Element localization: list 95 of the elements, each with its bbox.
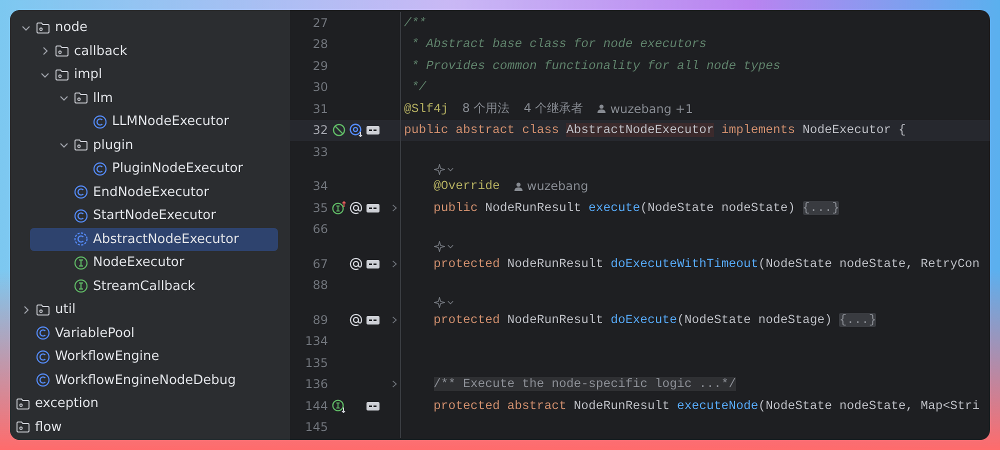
tree-item[interactable]: WorkflowEngine	[10, 345, 278, 368]
code-text: @Override	[434, 179, 500, 194]
tree-item[interactable]: llm	[10, 86, 278, 110]
author-hint[interactable]: wuzebang +1	[610, 102, 693, 116]
tree-item[interactable]: flow	[10, 416, 278, 439]
caret-icon[interactable]	[446, 166, 454, 172]
code-text: /**	[404, 16, 426, 30]
class-icon	[36, 350, 50, 364]
author-hint[interactable]: wuzebang	[526, 179, 588, 194]
tree-item[interactable]: VariablePool	[10, 322, 278, 345]
chevron-right-icon[interactable]	[390, 314, 398, 325]
line-number: 136	[304, 377, 328, 392]
tree-item[interactable]: WorkflowEngineNodeDebug	[10, 368, 278, 392]
tree-item[interactable]: LLMNodeExecutor	[10, 110, 278, 134]
sparkle-icon[interactable]	[434, 241, 444, 252]
folded-comment[interactable]: /** Execute the node-specific logic ...*/	[434, 377, 736, 392]
tree-item[interactable]: EndNodeExecutor	[10, 180, 278, 204]
interface-icon	[74, 279, 88, 294]
line-number: 35	[312, 200, 328, 215]
tree-item[interactable]: NodeExecutor	[10, 251, 278, 274]
line-number: 31	[312, 102, 328, 116]
at-sign-icon[interactable]	[350, 202, 362, 214]
class-icon	[93, 114, 107, 129]
line-number: 30	[312, 80, 328, 94]
line-number: 89	[312, 312, 328, 327]
code-text: * Abstract base class for node executors	[410, 37, 707, 52]
tree-item[interactable]: node	[10, 16, 278, 40]
line-number: 144	[304, 398, 328, 413]
person-icon	[597, 104, 606, 114]
caret-icon[interactable]	[446, 299, 454, 306]
tree-item[interactable]: callback	[10, 40, 278, 63]
class-icon	[74, 208, 88, 223]
line-number: 27	[312, 16, 328, 30]
code-text: protected abstract NodeRunResult executeNode(NodeState nodeState, Map<Stri	[434, 398, 980, 413]
class-icon	[36, 326, 50, 340]
code-text: * Provides common functionality for all node types	[410, 58, 780, 73]
line-number: 34	[312, 179, 328, 194]
interface-icon	[74, 256, 88, 270]
doc-icon[interactable]	[366, 204, 380, 212]
person-icon	[514, 182, 523, 191]
code-text: public abstract class AbstractNodeExecutor implements NodeExecutor {	[404, 123, 906, 138]
code-text: protected NodeRunResult doExecuteWithTimeout(NodeState nodeState, RetryCon	[434, 256, 980, 271]
at-sign-icon[interactable]	[350, 258, 362, 270]
line-number: 66	[312, 222, 328, 236]
tree-item[interactable]: PluginNodeExecutor	[10, 157, 278, 180]
line-number: 135	[304, 356, 328, 370]
class-icon	[36, 373, 50, 388]
chevron-right-icon[interactable]	[390, 202, 398, 213]
abstract-class-icon	[74, 232, 88, 246]
chevron-right-icon[interactable]	[21, 304, 31, 315]
chevron-down-icon[interactable]	[59, 140, 69, 150]
class-icon	[93, 162, 107, 176]
tree-item[interactable]: util	[10, 298, 278, 322]
code-text: */	[410, 80, 426, 94]
usage-hint[interactable]: 4 个继承者	[524, 100, 584, 118]
code-text: @Slf4j	[404, 102, 448, 116]
line-number: 28	[312, 37, 328, 52]
folder-icon	[55, 45, 69, 58]
sparkle-icon[interactable]	[434, 297, 444, 308]
line-number: 134	[304, 334, 328, 348]
doc-icon[interactable]	[366, 260, 380, 268]
tree-item[interactable]: impl	[10, 63, 278, 86]
folder-icon	[55, 68, 69, 81]
doc-icon[interactable]	[366, 402, 380, 410]
folder-icon	[36, 304, 50, 316]
no-entry-icon[interactable]	[332, 124, 346, 136]
usage-hint[interactable]: 8 个用法	[462, 100, 510, 118]
tree-item[interactable]: StreamCallback	[10, 274, 278, 298]
folder-icon	[36, 22, 50, 34]
folder-icon	[16, 421, 30, 434]
tree-item[interactable]: StartNodeExecutor	[10, 204, 278, 228]
line-number: 33	[312, 144, 328, 159]
chevron-right-icon[interactable]	[390, 258, 398, 269]
at-sign-icon[interactable]	[350, 314, 362, 326]
tree-item[interactable]: exception	[10, 392, 278, 416]
line-number: 29	[312, 58, 328, 73]
doc-icon[interactable]	[366, 316, 380, 324]
line-number: 88	[312, 278, 328, 292]
line-number: 67	[312, 256, 328, 271]
folder-icon	[74, 139, 88, 152]
tree-item[interactable]: plugin	[10, 134, 278, 157]
chevron-right-icon[interactable]	[390, 379, 398, 390]
doc-icon[interactable]	[366, 126, 380, 135]
caret-icon[interactable]	[446, 243, 454, 250]
class-icon	[74, 185, 88, 200]
chevron-right-icon[interactable]	[40, 46, 50, 56]
code-text: public NodeRunResult execute(NodeState nodeState)	[434, 200, 796, 215]
folder-icon	[74, 92, 88, 104]
tree-item[interactable]: AbstractNodeExecutor	[30, 228, 278, 251]
line-number: 32	[312, 123, 328, 138]
folder-icon	[16, 398, 30, 410]
chevron-down-icon[interactable]	[59, 93, 69, 104]
line-number: 145	[304, 420, 328, 434]
code-text: protected NodeRunResult doExecute(NodeState nodeStage)	[434, 312, 834, 327]
sparkle-icon[interactable]	[434, 164, 444, 174]
